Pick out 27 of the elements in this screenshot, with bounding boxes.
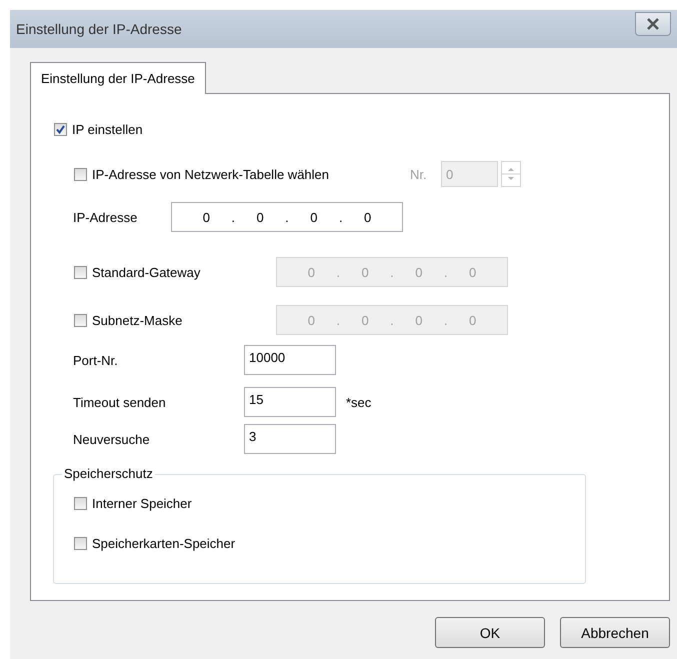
checkbox[interactable] [74,537,87,550]
dialog-button[interactable]: Abbrechen [560,617,670,648]
field-label: IP-Adresse [73,210,138,224]
checkbox-label: Speicherkarten-Speicher [92,536,236,551]
field-label: Nr. [410,166,428,182]
checkbox-label: Subnetz-Maske [92,312,182,328]
checkbox-label: IP einstellen [72,122,143,136]
field-label: Neuversuche [73,432,151,446]
close-icon [646,18,660,30]
spinner[interactable] [501,161,521,187]
checkbox-label: IP-Adresse von Netzwerk-Tabelle wählen [92,166,329,182]
unit-label: *sec [346,394,372,410]
input-field[interactable]: 10000 [244,345,336,375]
field-label: Port-Nr. [73,352,119,368]
tab[interactable]: Einstellung der IP-Adresse [30,62,206,94]
input-field[interactable]: 3 [244,424,336,454]
ip-field[interactable]: 0 . 0 . 0 . 0 [171,202,403,232]
input-field[interactable]: 15 [244,387,336,417]
checkbox-label: Interner Speicher [92,496,192,511]
field-label: Timeout senden [73,394,167,410]
window-title: Einstellung der IP-Adresse [16,21,182,37]
checkbox-label: Standard-Gateway [92,264,200,280]
checkbox[interactable] [74,497,87,510]
group-title: Speicherschutz [62,466,155,481]
dialog-button[interactable]: OK [435,617,545,648]
checkbox[interactable] [54,122,67,136]
close-button[interactable] [635,12,671,36]
